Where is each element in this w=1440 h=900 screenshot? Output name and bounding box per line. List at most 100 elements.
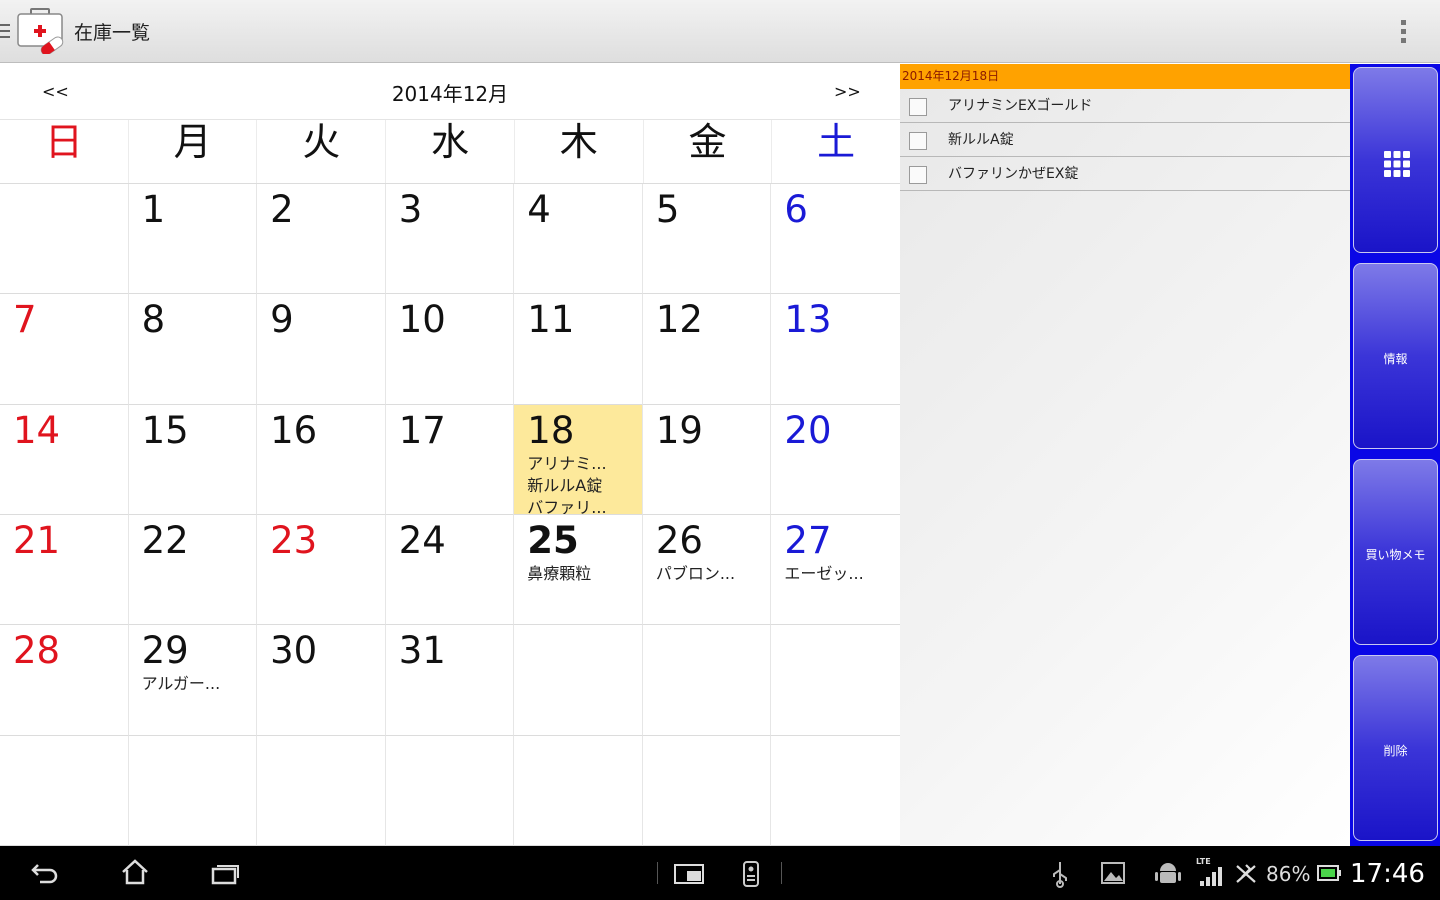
menu-icon[interactable] [0, 24, 10, 38]
day-cell-20[interactable]: 20 [771, 405, 900, 515]
image-icon [1101, 862, 1125, 884]
bluetooth-icon [1236, 864, 1256, 883]
day-cell-11[interactable]: 11 [514, 294, 643, 405]
day-event: パブロン... [655, 564, 736, 583]
day-cell-10[interactable]: 10 [385, 294, 515, 405]
day-cell-21[interactable]: 21 [0, 515, 129, 626]
day-cell-27[interactable]: 27 エーゼッ... [771, 515, 900, 626]
day-cell-30[interactable]: 30 [257, 625, 386, 736]
weekday-friday: 金 [644, 120, 773, 183]
android-debug-icon [1155, 863, 1181, 883]
system-nav-bar: LTE 86% 17:46 [0, 846, 1440, 900]
day-cell-28[interactable]: 28 [0, 625, 129, 736]
day-cell-17[interactable]: 17 [385, 404, 515, 515]
day-cell-13[interactable]: 13 [771, 294, 900, 405]
day-number: 28 [13, 629, 61, 673]
home-icon[interactable] [120, 859, 150, 885]
day-number: 29 [141, 629, 189, 673]
day-cell-empty [257, 735, 386, 846]
day-number: 24 [398, 519, 446, 562]
day-item-list: 2014年12月18日 アリナミンEXゴールド 新ルルA錠 バファリンかぜEX錠 [900, 64, 1350, 846]
grid-menu-button[interactable] [1353, 67, 1438, 253]
day-number: 25 [527, 519, 579, 562]
delete-button[interactable]: 削除 [1353, 655, 1438, 841]
overflow-menu-icon[interactable] [1396, 20, 1410, 44]
day-number: 20 [784, 408, 832, 452]
day-cell-empty [514, 735, 643, 846]
small-apps-icon[interactable] [673, 863, 705, 885]
weekday-monday: 月 [129, 120, 258, 183]
day-event: バファリ... [527, 497, 607, 515]
item-label: アリナミンEXゴールド [948, 98, 1093, 114]
day-cell-empty [771, 625, 900, 736]
day-event: エーゼッ... [784, 564, 864, 583]
list-item[interactable]: アリナミンEXゴールド [900, 89, 1350, 123]
day-cell-empty [385, 735, 515, 846]
day-cell-1[interactable]: 1 [128, 184, 258, 295]
back-icon[interactable] [30, 862, 60, 884]
next-month-button[interactable]: >> [834, 82, 861, 101]
list-item[interactable]: バファリンかぜEX錠 [900, 157, 1350, 191]
day-number: 27 [784, 519, 832, 562]
day-cell-24[interactable]: 24 [385, 515, 515, 626]
day-cell-18[interactable]: 18 アリナミ... 新ルルA錠 バファリ... [514, 404, 643, 515]
day-number: 3 [398, 188, 423, 231]
day-cell-12[interactable]: 12 [642, 294, 772, 405]
day-number: 10 [398, 298, 446, 342]
network-type-label: LTE [1196, 857, 1211, 866]
day-event: アルガー... [141, 674, 221, 694]
day-number: 6 [784, 188, 808, 231]
divider [657, 862, 658, 884]
day-number: 12 [655, 298, 703, 342]
info-button[interactable]: 情報 [1353, 263, 1438, 449]
signal-icon [1200, 867, 1222, 886]
item-checkbox[interactable] [909, 166, 927, 184]
day-cell-26[interactable]: 26 パブロン... [642, 515, 772, 626]
day-cell-29[interactable]: 29 アルガー... [128, 625, 258, 736]
recent-apps-icon[interactable] [210, 863, 240, 885]
month-title: 2014年12月 [391, 82, 509, 106]
day-number: 15 [141, 408, 189, 452]
day-cell-19[interactable]: 19 [642, 404, 772, 515]
day-cell-empty [642, 735, 772, 846]
day-event: 新ルルA錠 [527, 475, 603, 495]
day-cell-empty [0, 184, 129, 295]
item-checkbox[interactable] [909, 132, 927, 150]
day-cell-22[interactable]: 22 [128, 515, 258, 626]
day-cell-4[interactable]: 4 [514, 184, 643, 295]
action-bar: 在庫一覧 [0, 0, 1440, 63]
day-cell-9[interactable]: 9 [257, 294, 386, 405]
weekday-tuesday: 火 [257, 120, 387, 183]
day-number: 19 [655, 408, 703, 452]
day-number: 18 [527, 408, 575, 452]
remote-control-icon[interactable] [740, 860, 762, 888]
battery-percentage: 86% [1266, 862, 1311, 886]
day-cell-16[interactable]: 16 [257, 404, 386, 515]
day-cell-8[interactable]: 8 [128, 294, 258, 405]
shopping-memo-button[interactable]: 買い物メモ [1353, 459, 1438, 645]
delete-button-label: 削除 [1383, 744, 1408, 758]
day-cell-2[interactable]: 2 [257, 184, 386, 295]
first-aid-kit-icon[interactable] [16, 8, 66, 54]
day-number: 11 [527, 298, 575, 342]
day-cell-14[interactable]: 14 [0, 404, 129, 515]
day-cell-6[interactable]: 6 [771, 184, 900, 295]
shopping-memo-label: 買い物メモ [1365, 548, 1426, 562]
day-cell-23[interactable]: 23 [257, 515, 386, 626]
weekday-wednesday: 水 [386, 120, 515, 183]
day-cell-5[interactable]: 5 [642, 184, 772, 295]
info-button-label: 情報 [1383, 352, 1408, 366]
day-cell-25[interactable]: 25 鼻療顆粒 [514, 515, 643, 626]
day-cell-7[interactable]: 7 [0, 294, 129, 405]
item-checkbox[interactable] [909, 98, 927, 116]
day-cell-empty [514, 625, 643, 736]
weekday-thursday: 木 [515, 120, 644, 183]
list-item[interactable]: 新ルルA錠 [900, 123, 1350, 157]
day-number: 5 [655, 188, 680, 231]
day-number: 26 [655, 519, 703, 562]
day-cell-15[interactable]: 15 [128, 404, 258, 515]
day-cell-empty [642, 625, 772, 736]
weekday-saturday: 土 [817, 120, 856, 164]
day-cell-3[interactable]: 3 [385, 184, 515, 295]
day-cell-31[interactable]: 31 [385, 625, 515, 736]
